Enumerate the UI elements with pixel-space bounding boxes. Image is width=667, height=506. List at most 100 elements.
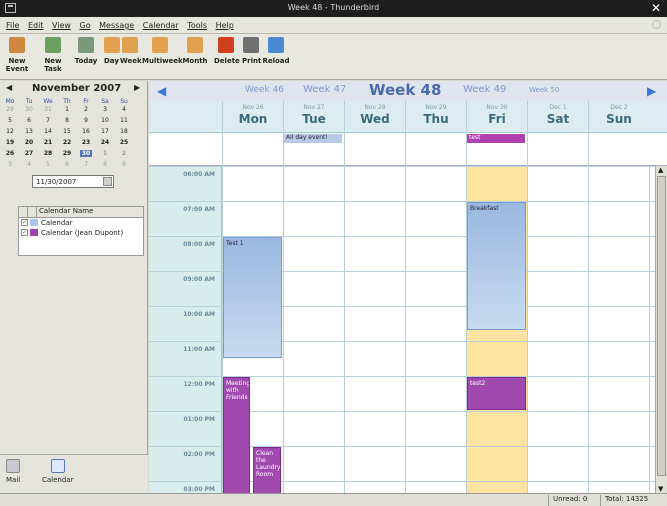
toolbar-button-month[interactable]: Month [180,37,210,65]
toolbar-button-delete[interactable]: Delete [214,37,240,65]
day-header-tue[interactable]: Nov 27 Tue [283,101,344,133]
prev-month-icon[interactable]: ◀ [6,83,12,92]
mini-month-day[interactable]: 23 [80,139,92,146]
week-link[interactable]: Week 49 [463,84,506,95]
mini-month-day[interactable]: 9 [80,117,92,124]
calendar-checkbox[interactable]: ✓ [21,229,28,236]
mini-month-day[interactable]: 8 [99,161,111,168]
calendar-event[interactable]: Breakfast [467,202,526,330]
mini-month-day[interactable]: 2 [118,150,130,157]
mini-month-day[interactable]: 16 [80,128,92,135]
calendar-mode-button[interactable]: Calendar [42,459,73,484]
next-month-icon[interactable]: ▶ [134,83,140,92]
toolbar-button-week[interactable]: Week [120,37,142,65]
mini-month-day[interactable]: 14 [42,128,54,135]
day-header-fri[interactable]: Nov 30 Fri [466,101,527,133]
mini-month-day[interactable]: 13 [23,128,35,135]
mini-month-day[interactable]: 1 [99,150,111,157]
menu-tools[interactable]: Tools [187,21,207,30]
day-header-mon[interactable]: Nov 26 Mon [222,101,283,133]
calendar-event[interactable]: test2 [467,377,526,410]
menu-go[interactable]: Go [80,21,91,30]
toolbar-button-reload[interactable]: Reload [262,37,290,65]
date-dropdown-icon[interactable] [103,177,112,186]
mini-month-day[interactable]: 7 [42,117,54,124]
menu-view[interactable]: View [52,21,71,30]
scroll-up-icon[interactable]: ▲ [658,166,663,174]
menu-calendar[interactable]: Calendar [143,21,179,30]
mini-month-day[interactable]: 2 [80,106,92,113]
mini-month-day[interactable]: 10 [99,117,111,124]
mini-month-day[interactable]: 4 [23,161,35,168]
menu-message[interactable]: Message [99,21,134,30]
mini-month-day[interactable]: 18 [118,128,130,135]
calendar-event[interactable]: Test 1 [223,237,282,358]
all-day-event[interactable]: test [467,134,525,143]
all-day-cell[interactable] [405,133,466,166]
mini-month-day[interactable]: 19 [4,139,16,146]
mini-month-day[interactable]: 9 [118,161,130,168]
day-header-thu[interactable]: Nov 29 Thu [405,101,466,133]
scroll-down-icon[interactable]: ▼ [658,485,663,493]
mini-month-day[interactable]: 15 [61,128,73,135]
mini-month-day[interactable]: 21 [42,139,54,146]
mini-month-day[interactable]: 30 [23,106,35,113]
calendar-event[interactable]: Meeting with Friends [223,377,250,493]
all-day-cell[interactable] [344,133,405,166]
mini-month-day[interactable]: 29 [61,150,73,157]
mini-month-day[interactable]: 5 [4,117,16,124]
all-day-cell[interactable] [222,133,283,166]
mini-month-day[interactable]: 5 [42,161,54,168]
mini-month-day[interactable]: 26 [4,150,16,157]
mail-mode-button[interactable]: Mail [6,459,20,484]
week-link[interactable]: Week 46 [245,85,284,95]
calendar-checkbox[interactable]: ✓ [21,219,28,226]
week-link[interactable]: Week 47 [303,84,346,95]
toolbar-button-new-event[interactable]: New Event [2,37,32,73]
toolbar-button-print[interactable]: Print [242,37,261,65]
mini-month-day[interactable]: 28 [42,150,54,157]
mini-month-day[interactable]: 25 [118,139,130,146]
mini-month-day[interactable]: 30 [80,150,92,157]
mini-month-day[interactable]: 29 [4,106,16,113]
mini-month-day[interactable]: 4 [118,106,130,113]
menu-help[interactable]: Help [216,21,234,30]
all-day-cell[interactable] [527,133,588,166]
close-icon[interactable]: ✕ [651,1,661,15]
week-link[interactable]: Week 50 [529,86,559,94]
all-day-cell[interactable] [588,133,649,166]
toolbar-button-multiweek[interactable]: Multiweek [142,37,183,65]
mini-month-day[interactable]: 11 [118,117,130,124]
calendar-event[interactable]: Clean the Laundry Room [253,447,281,493]
day-header-wed[interactable]: Nov 28 Wed [344,101,405,133]
prev-week-icon[interactable]: ◀ [157,84,166,98]
mini-month-day[interactable]: 7 [80,161,92,168]
mini-month-day[interactable]: 22 [61,139,73,146]
toolbar-button-today[interactable]: Today [74,37,98,65]
day-header-sat[interactable]: Dec 1 Sat [527,101,588,133]
toolbar-button-new-task[interactable]: New Task [36,37,70,73]
all-day-event[interactable]: All day event! [284,134,342,143]
mini-month-day[interactable]: 31 [42,106,54,113]
mini-month-day[interactable]: 27 [23,150,35,157]
day-header-sun[interactable]: Dec 2 Sun [588,101,649,133]
mini-month-day[interactable]: 3 [4,161,16,168]
mini-month-day[interactable]: 6 [61,161,73,168]
vertical-scrollbar[interactable]: ▲ ▼ [655,166,667,493]
mini-month-day[interactable]: 3 [99,106,111,113]
mini-month-day[interactable]: 8 [61,117,73,124]
mini-month-day[interactable]: 20 [23,139,35,146]
scrollbar-thumb[interactable] [657,176,666,476]
toolbar-button-day[interactable]: Day [104,37,120,65]
mini-month-day[interactable]: 12 [4,128,16,135]
menu-edit[interactable]: Edit [28,21,44,30]
menu-file[interactable]: File [6,21,19,30]
calendar-list-item[interactable]: ✓ Calendar (Jean Dupont) [19,228,143,238]
calendar-list-item[interactable]: ✓ Calendar [19,218,143,228]
mini-month-day[interactable]: 17 [99,128,111,135]
mini-month-day[interactable]: 6 [23,117,35,124]
next-week-icon[interactable]: ▶ [647,84,656,98]
mini-month-day[interactable]: 1 [61,106,73,113]
date-field[interactable]: 11/30/2007 [32,175,114,188]
mini-month-day[interactable]: 24 [99,139,111,146]
